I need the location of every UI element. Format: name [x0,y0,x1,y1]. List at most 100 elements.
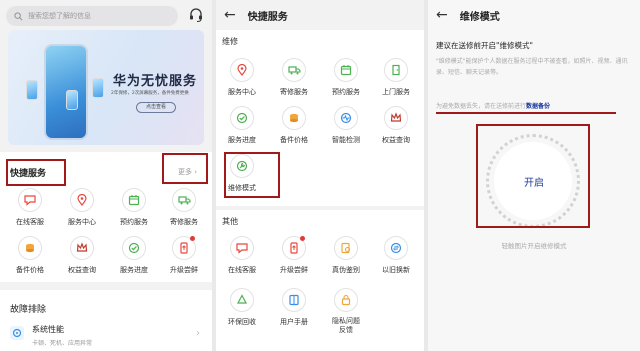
grid-item-progress[interactable]: 服务进度 [108,236,160,275]
promo-banner[interactable]: 华为无忧服务 2年保修，2次屏幕服务，备件免费更换 点击查看 [8,30,204,145]
location-pin-icon [230,58,254,82]
top-bar: ← 维修模式 [428,0,640,30]
grid-item-label: 用户手册 [280,318,308,326]
phone-image [92,78,104,98]
progress-icon [122,236,146,260]
crown-icon [384,106,408,130]
grid-item-online-service[interactable]: 在线客服 [4,188,56,227]
grid-item-service-center[interactable]: 服务中心 [216,58,268,97]
chat-icon [18,188,42,212]
grid-item-label: 以旧换新 [382,266,410,274]
calendar-icon [334,58,358,82]
repair-mode-screen: ← 维修模式 建议在送修前开启"维修模式" "维修模式"能保护个人数据在服务过程… [428,0,640,351]
highlight-box [6,159,66,186]
top-bar: ← 快捷服务 [216,0,424,30]
grid-item-label: 预约服务 [120,218,148,226]
notification-dot [190,236,195,241]
grid-item-privacy-feedback[interactable]: 隐私问题反馈 [320,288,372,335]
grid-item-smart-diagnosis[interactable]: 智能检测 [320,106,372,145]
grid-item-parts-price[interactable]: 备件价格 [268,106,320,145]
grid-item-label: 寄修服务 [170,218,198,226]
quick-service-card: 快捷服务 更多 › 在线客服 服务中心 预约服务 寄修服务 备件价格 权益查询 [0,152,212,282]
system-performance-desc: 卡顿、死机、应用异常 [32,340,93,347]
data-backup-link[interactable]: 数据备份 [526,103,550,110]
book-icon [282,288,306,312]
grid-item-label: 权益查询 [68,266,96,274]
verify-icon [334,236,358,260]
grid-item-parts-price[interactable]: 备件价格 [4,236,56,275]
grid-item-upgrade[interactable]: 升级尝鲜 [268,236,320,275]
privacy-icon [334,288,358,312]
grid-item-mail-repair[interactable]: 寄修服务 [158,188,210,227]
banner-title: 华为无忧服务 [113,74,198,89]
door-icon [384,58,408,82]
banner-subtitle: 2年保修，2次屏幕服务，备件免费更换 [111,91,189,96]
phone-upgrade-icon [282,236,306,260]
grid-item-upgrade[interactable]: 升级尝鲜 [158,236,210,275]
back-arrow-icon[interactable]: ← [224,7,236,23]
grid-item-benefits[interactable]: 权益查询 [56,236,108,275]
grid-item-trade-in[interactable]: 以旧换新 [370,236,422,275]
grid-item-label: 智能检测 [332,136,360,144]
grid-item-label: 在线客服 [16,218,44,226]
grid-item-label: 升级尝鲜 [170,266,198,274]
exchange-icon [384,236,408,260]
recycle-icon [230,288,254,312]
page-title: 快捷服务 [247,11,288,23]
grid-item-online-service[interactable]: 在线客服 [216,236,268,275]
coins-icon [282,106,306,130]
highlight-box [224,152,280,198]
grid-item-label: 备件价格 [280,136,308,144]
grid-item-mail-repair[interactable]: 寄修服务 [268,58,320,97]
notification-dot [300,236,305,241]
grid-item-label: 服务中心 [228,88,256,96]
coins-icon [18,236,42,260]
grid-item-appointment[interactable]: 预约服务 [320,58,372,97]
other-category-label: 其他 [222,217,238,226]
grid-item-label: 上门服务 [382,88,410,96]
phone-image [66,90,78,110]
grid-item-authenticity[interactable]: 真伪鉴别 [320,236,372,275]
grid-item-user-manual[interactable]: 用户手册 [268,288,320,327]
other-section: 其他 在线客服 升级尝鲜 真伪鉴别 以旧换新 环保回收 用户手册 隐私问题反馈 [216,210,424,351]
phone-image [26,80,38,100]
grid-item-progress[interactable]: 服务进度 [216,106,268,145]
grid-item-recycle[interactable]: 环保回收 [216,288,268,327]
grid-item-benefits[interactable]: 权益查询 [370,106,422,145]
back-arrow-icon[interactable]: ← [436,7,448,23]
grid-item-label: 权益查询 [382,136,410,144]
highlight-box [162,153,208,184]
highlight-underline [436,112,616,114]
grid-item-label: 隐私问题反馈 [332,317,360,334]
grid-item-label: 升级尝鲜 [280,266,308,274]
calendar-icon [122,188,146,212]
home-screen: 搜索您想了解的信息 华为无忧服务 2年保修，2次屏幕服务，备件免费更换 点击查看… [0,0,212,351]
troubleshoot-card: 故障排除 系统性能 卡顿、死机、应用异常 › [0,290,212,351]
chat-icon [230,236,254,260]
search-input[interactable]: 搜索您想了解的信息 [6,6,178,26]
grid-item-label: 真伪鉴别 [332,266,360,274]
system-performance-icon [10,326,24,340]
page-title: 维修模式 [459,11,500,23]
phone-upgrade-icon [172,236,196,260]
banner-view-button[interactable]: 点击查看 [136,102,176,113]
repair-mode-advice: 建议在送修前开启"维修模式" [436,41,533,50]
grid-item-label: 服务进度 [228,136,256,144]
backup-warning: 为避免数据丢失，请在送修前进行数据备份 [436,101,550,110]
grid-item-service-center[interactable]: 服务中心 [56,188,108,227]
quick-service-screen: ← 快捷服务 维修 服务中心 寄修服务 预约服务 上门服务 服务进度 备件价格 [216,0,424,351]
search-icon [14,11,23,20]
backup-warning-text: 为避免数据丢失，请在送修前进行 [436,103,527,110]
start-hint: 轻触图片开启维修模式 [501,242,567,250]
chevron-right-icon[interactable]: › [196,328,200,339]
system-performance-title[interactable]: 系统性能 [32,324,64,335]
grid-item-home-visit[interactable]: 上门服务 [370,58,422,97]
grid-item-label: 备件价格 [16,266,44,274]
grid-item-label: 在线客服 [228,266,256,274]
grid-item-label: 环保回收 [228,318,256,326]
headset-icon[interactable] [188,7,204,27]
grid-item-label: 预约服务 [332,88,360,96]
grid-item-appointment[interactable]: 预约服务 [108,188,160,227]
grid-item-label: 服务中心 [68,218,96,226]
progress-icon [230,106,254,130]
